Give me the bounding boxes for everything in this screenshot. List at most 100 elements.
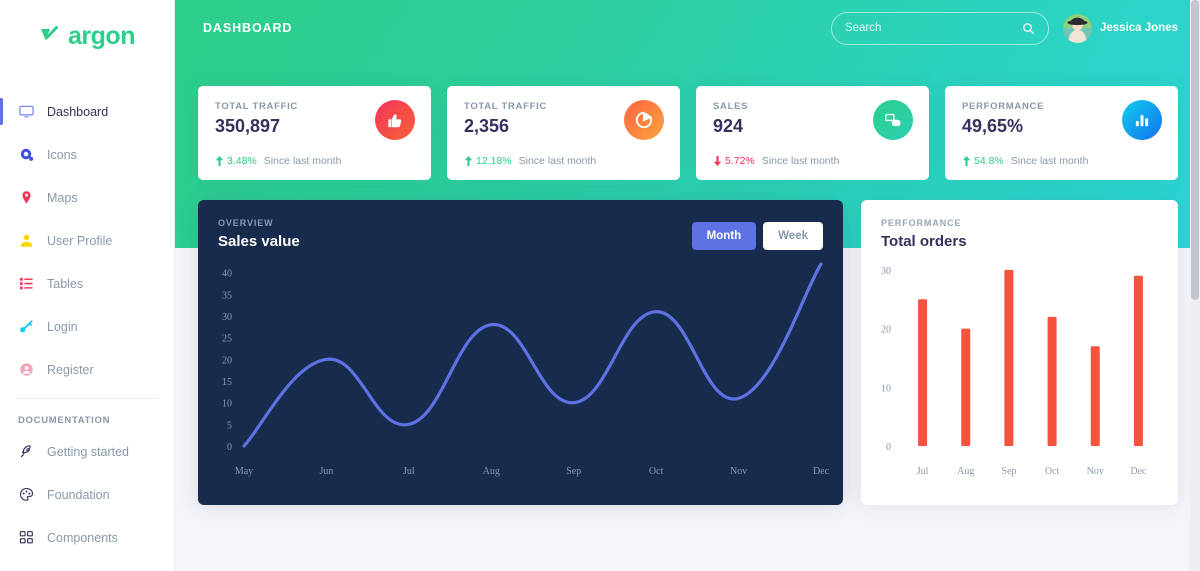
svg-text:20: 20 bbox=[222, 355, 232, 366]
search-input[interactable] bbox=[844, 22, 1022, 34]
arrow-down-icon bbox=[713, 156, 722, 166]
stat-since: Since last month bbox=[1010, 155, 1089, 167]
page-title: DASHBOARD bbox=[203, 21, 293, 35]
sidebar-item-maps[interactable]: Maps bbox=[0, 182, 174, 213]
sidebar-nav: Dashboard Icons Maps User Profile Tables… bbox=[0, 72, 174, 553]
svg-text:Nov: Nov bbox=[730, 466, 747, 477]
svg-text:20: 20 bbox=[881, 325, 891, 336]
sidebar-item-label: Tables bbox=[47, 276, 84, 291]
user-name: Jessica Jones bbox=[1099, 22, 1178, 34]
svg-text:10: 10 bbox=[881, 383, 891, 394]
stat-footer: 54.8% Since last month bbox=[962, 155, 1088, 167]
pie-chart-icon bbox=[624, 100, 664, 140]
svg-text:Oct: Oct bbox=[649, 466, 664, 477]
stat-delta-value: 54.8% bbox=[974, 155, 1004, 167]
rocket-icon bbox=[18, 444, 34, 460]
sidebar-item-label: Foundation bbox=[47, 487, 110, 502]
bullseye-icon bbox=[18, 147, 34, 163]
sidebar-item-label: Login bbox=[47, 319, 78, 334]
stat-card-performance: PERFORMANCE 49,65% 54.8% Since last mont… bbox=[945, 86, 1178, 180]
stat-delta: 3.48% bbox=[215, 155, 257, 167]
page-scrollbar[interactable] bbox=[1190, 0, 1200, 571]
user-circle-icon bbox=[18, 362, 34, 378]
map-pin-icon bbox=[18, 190, 34, 206]
main-content: DASHBOARD Search Jessica Jones TOTAL TRA… bbox=[175, 0, 1200, 571]
bar-chart-plot: 0 10 20 30 Jul Aug Sep Oct Nov Dec bbox=[861, 250, 1178, 490]
sidebar-item-getting-started[interactable]: Getting started bbox=[0, 436, 174, 467]
chart-eyebrow: OVERVIEW bbox=[218, 218, 274, 228]
sidebar-section-heading: DOCUMENTATION bbox=[18, 415, 111, 426]
stat-since: Since last month bbox=[761, 155, 840, 167]
total-orders-chart-card: PERFORMANCE Total orders 0 10 20 30 Jul Aug Se… bbox=[861, 200, 1178, 505]
bar-chart-svg: 0 10 20 30 Jul Aug Sep Oct Nov Dec bbox=[881, 266, 1147, 477]
svg-text:15: 15 bbox=[222, 377, 232, 388]
sidebar-item-label: Icons bbox=[47, 147, 77, 162]
sidebar-item-label: Maps bbox=[47, 190, 78, 205]
search-box[interactable] bbox=[830, 11, 1049, 45]
line-chart-svg: 0 5 10 15 20 25 30 35 40 May Jun Jul Aug Sep Oct Nov Dec bbox=[222, 262, 830, 477]
stat-footer: 5.72% Since last month bbox=[713, 155, 839, 167]
search-icon[interactable] bbox=[1022, 22, 1035, 35]
stat-since: Since last month bbox=[263, 155, 342, 167]
week-toggle-button[interactable]: Week bbox=[763, 222, 823, 250]
chart-header: OVERVIEW Sales value Month Week bbox=[198, 200, 843, 250]
sidebar-item-dashboard[interactable]: Dashboard bbox=[0, 96, 174, 127]
sidebar-item-label: Getting started bbox=[47, 444, 129, 459]
argon-check-logo-icon bbox=[39, 25, 61, 47]
svg-text:Jul: Jul bbox=[403, 466, 415, 477]
thumbs-up-icon bbox=[375, 100, 415, 140]
stat-card-total-traffic-1: TOTAL TRAFFIC 350,897 3.48% Since last m… bbox=[198, 86, 431, 180]
chart-title: Sales value bbox=[218, 233, 300, 250]
scrollbar-thumb[interactable] bbox=[1191, 0, 1199, 300]
sidebar-item-components[interactable]: Components bbox=[0, 522, 174, 553]
sidebar-item-icons[interactable]: Icons bbox=[0, 139, 174, 170]
svg-text:5: 5 bbox=[227, 420, 232, 431]
list-icon bbox=[18, 276, 34, 292]
svg-text:Nov: Nov bbox=[1087, 466, 1104, 477]
sidebar-item-tables[interactable]: Tables bbox=[0, 268, 174, 299]
dashboard-page: argon Dashboard Icons Maps User Profile … bbox=[0, 0, 1200, 571]
chart-eyebrow: PERFORMANCE bbox=[881, 218, 962, 228]
period-toggle-group: Month Week bbox=[691, 222, 823, 250]
sidebar-item-label: Dashboard bbox=[47, 104, 109, 119]
svg-text:Aug: Aug bbox=[483, 466, 500, 477]
stat-footer: 3.48% Since last month bbox=[215, 155, 341, 167]
sales-value-chart-card: OVERVIEW Sales value Month Week 0 5 10 15 20… bbox=[198, 200, 843, 505]
sidebar-item-register[interactable]: Register bbox=[0, 354, 174, 385]
svg-text:Aug: Aug bbox=[957, 466, 974, 477]
stat-delta: 5.72% bbox=[713, 155, 755, 167]
sidebar-item-login[interactable]: Login bbox=[0, 311, 174, 342]
svg-text:Dec: Dec bbox=[1130, 466, 1147, 477]
svg-text:30: 30 bbox=[881, 266, 891, 277]
user-menu[interactable]: Jessica Jones bbox=[1062, 13, 1178, 43]
sidebar-item-foundation[interactable]: Foundation bbox=[0, 479, 174, 510]
components-icon bbox=[18, 530, 34, 546]
svg-text:Jun: Jun bbox=[319, 466, 333, 477]
svg-text:0: 0 bbox=[227, 442, 232, 453]
svg-text:25: 25 bbox=[222, 334, 232, 345]
month-toggle-button[interactable]: Month bbox=[691, 222, 757, 250]
stat-card-total-traffic-2: TOTAL TRAFFIC 2,356 12.18% Since last mo… bbox=[447, 86, 680, 180]
money-icon bbox=[873, 100, 913, 140]
chart-header: PERFORMANCE Total orders bbox=[861, 200, 1178, 250]
sidebar-item-label: Components bbox=[47, 530, 118, 545]
stat-delta-value: 5.72% bbox=[725, 155, 755, 167]
svg-text:30: 30 bbox=[222, 312, 232, 323]
brand-logo[interactable]: argon bbox=[0, 0, 174, 72]
svg-text:10: 10 bbox=[222, 399, 232, 410]
sidebar: argon Dashboard Icons Maps User Profile … bbox=[0, 0, 175, 571]
sidebar-item-user-profile[interactable]: User Profile bbox=[0, 225, 174, 256]
stat-delta-value: 12.18% bbox=[476, 155, 512, 167]
chart-title: Total orders bbox=[881, 233, 967, 250]
arrow-up-icon bbox=[464, 156, 473, 166]
brand-name: argon bbox=[68, 21, 135, 50]
svg-text:Dec: Dec bbox=[813, 466, 830, 477]
arrow-up-icon bbox=[962, 156, 971, 166]
user-icon bbox=[18, 233, 34, 249]
stats-row: TOTAL TRAFFIC 350,897 3.48% Since last m… bbox=[175, 56, 1200, 180]
stat-delta-value: 3.48% bbox=[227, 155, 257, 167]
stat-card-sales: SALES 924 5.72% Since last month bbox=[696, 86, 929, 180]
svg-text:Sep: Sep bbox=[1001, 466, 1016, 477]
arrow-up-icon bbox=[215, 156, 224, 166]
sidebar-item-label: User Profile bbox=[47, 233, 113, 248]
